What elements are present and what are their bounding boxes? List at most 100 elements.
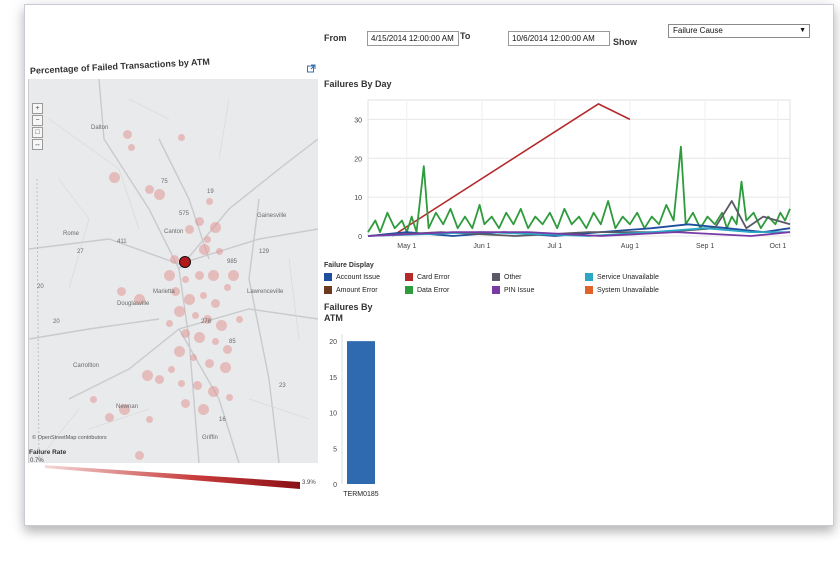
city-label: Newnan bbox=[116, 404, 139, 410]
zoom-in-button[interactable]: + bbox=[32, 103, 43, 114]
y-tick-label: 20 bbox=[329, 339, 337, 346]
atm-marker[interactable] bbox=[173, 345, 185, 357]
atm-marker[interactable] bbox=[141, 369, 153, 381]
atm-marker[interactable] bbox=[223, 283, 231, 291]
atm-marker[interactable] bbox=[210, 298, 220, 308]
legend-item[interactable]: Account Issue bbox=[324, 273, 380, 281]
legend-item[interactable]: PIN Issue bbox=[492, 286, 534, 294]
atm-marker[interactable] bbox=[191, 311, 199, 319]
atm-marker[interactable] bbox=[207, 385, 219, 397]
from-date-input[interactable]: 4/15/2014 12:00:00 AM bbox=[367, 31, 459, 46]
atm-marker[interactable] bbox=[205, 197, 213, 205]
select-area-button[interactable]: □ bbox=[32, 127, 43, 138]
atm-marker[interactable] bbox=[209, 221, 221, 233]
atm-marker[interactable] bbox=[199, 291, 207, 299]
city-label: Dalton bbox=[91, 125, 109, 131]
road-number: 27 bbox=[77, 249, 84, 255]
atm-marker[interactable] bbox=[211, 337, 219, 345]
atm-marker[interactable] bbox=[207, 269, 219, 281]
chevron-down-icon: ▼ bbox=[799, 27, 806, 34]
road-number: 75 bbox=[161, 179, 168, 185]
atm-marker[interactable] bbox=[215, 319, 227, 331]
atm-marker[interactable] bbox=[194, 216, 204, 226]
atm-marker[interactable] bbox=[180, 328, 190, 338]
atm-marker[interactable] bbox=[108, 171, 120, 183]
atm-marker[interactable] bbox=[177, 133, 185, 141]
atm-marker[interactable] bbox=[144, 184, 154, 194]
legend-label: Amount Error bbox=[336, 286, 378, 294]
atm-marker[interactable] bbox=[173, 305, 185, 317]
failure-rate-min: 0.7% bbox=[30, 458, 44, 464]
atm-marker[interactable] bbox=[165, 319, 173, 327]
atm-marker[interactable] bbox=[215, 247, 223, 255]
zoom-out-button[interactable]: − bbox=[32, 115, 43, 126]
atm-marker[interactable] bbox=[225, 393, 233, 401]
atm-marker[interactable] bbox=[104, 412, 114, 422]
atm-marker[interactable] bbox=[194, 270, 204, 280]
show-select[interactable]: Failure Cause ▼ bbox=[668, 24, 810, 38]
pan-button[interactable]: ↔ bbox=[32, 139, 43, 150]
atm-marker[interactable] bbox=[167, 365, 175, 373]
road-number: 411 bbox=[117, 239, 127, 245]
city-label: Rome bbox=[63, 231, 80, 237]
atm-marker[interactable] bbox=[116, 286, 126, 296]
atm-marker[interactable] bbox=[184, 224, 194, 234]
failures-by-day-chart[interactable]: 0 10 20 30 May 1 Jun 1 Jul 1 Aug 1 Sep 1 Oct 1 bbox=[320, 88, 800, 258]
legend-item[interactable]: Other bbox=[492, 273, 522, 281]
atm-marker[interactable] bbox=[180, 398, 190, 408]
atm-marker[interactable] bbox=[227, 269, 239, 281]
external-link-icon[interactable] bbox=[307, 64, 316, 73]
atm-map[interactable]: Dalton Rome Canton Gainesville Lawrencev… bbox=[28, 79, 318, 463]
atm-marker[interactable] bbox=[203, 235, 211, 243]
atm-marker[interactable] bbox=[204, 358, 214, 368]
atm-marker[interactable] bbox=[192, 380, 202, 390]
failure-rate-title: Failure Rate bbox=[29, 449, 67, 456]
legend-item[interactable]: Service Unavailable bbox=[585, 273, 659, 281]
y-tick-label: 5 bbox=[333, 446, 337, 453]
failure-display-title: Failure Display bbox=[324, 262, 374, 269]
atm-marker[interactable] bbox=[134, 450, 144, 460]
legend-item[interactable]: Amount Error bbox=[324, 286, 378, 294]
atm-marker[interactable] bbox=[219, 361, 231, 373]
selected-atm-marker[interactable] bbox=[179, 256, 191, 268]
legend-item[interactable]: System Unavailable bbox=[585, 286, 659, 294]
atm-marker[interactable] bbox=[89, 395, 97, 403]
road-number: 129 bbox=[259, 249, 270, 255]
legend-swatch bbox=[405, 273, 413, 281]
atm-marker[interactable] bbox=[189, 353, 197, 361]
legend-label: Card Error bbox=[417, 273, 450, 281]
atm-marker[interactable] bbox=[154, 374, 164, 384]
atm-marker[interactable] bbox=[197, 403, 209, 415]
legend-item[interactable]: Data Error bbox=[405, 286, 449, 294]
atm-marker[interactable] bbox=[222, 344, 232, 354]
atm-marker[interactable] bbox=[169, 254, 179, 264]
show-select-value: Failure Cause bbox=[673, 26, 723, 35]
road-number: 20 bbox=[53, 319, 60, 325]
road-number: 85 bbox=[229, 339, 236, 345]
x-tick-label: May 1 bbox=[397, 243, 416, 250]
atm-marker[interactable] bbox=[122, 129, 132, 139]
atm-marker[interactable] bbox=[181, 275, 189, 283]
atm-marker[interactable] bbox=[235, 315, 243, 323]
y-tick-label: 20 bbox=[354, 156, 362, 163]
atm-marker[interactable] bbox=[177, 379, 185, 387]
legend-item[interactable]: Card Error bbox=[405, 273, 450, 281]
atm-marker[interactable] bbox=[145, 415, 153, 423]
atm-marker[interactable] bbox=[153, 188, 165, 200]
show-label: Show bbox=[613, 37, 637, 47]
legend-label: Account Issue bbox=[336, 273, 380, 281]
failures-by-atm-chart[interactable]: 0 5 10 15 20 TERM0185 bbox=[320, 324, 390, 504]
city-label: Lawrenceville bbox=[247, 289, 284, 295]
legend-swatch bbox=[492, 273, 500, 281]
legend-label: Data Error bbox=[417, 286, 450, 294]
atm-marker[interactable] bbox=[198, 243, 210, 255]
y-tick-label: 10 bbox=[354, 195, 362, 202]
atm-marker[interactable] bbox=[163, 269, 175, 281]
x-tick-label: Jun 1 bbox=[473, 243, 490, 250]
atm-marker[interactable] bbox=[183, 293, 195, 305]
y-tick-label: 30 bbox=[354, 117, 362, 124]
atm-marker[interactable] bbox=[127, 143, 135, 151]
bar[interactable] bbox=[347, 341, 375, 484]
to-date-input[interactable]: 10/6/2014 12:00:00 AM bbox=[508, 31, 610, 46]
atm-marker[interactable] bbox=[193, 331, 205, 343]
